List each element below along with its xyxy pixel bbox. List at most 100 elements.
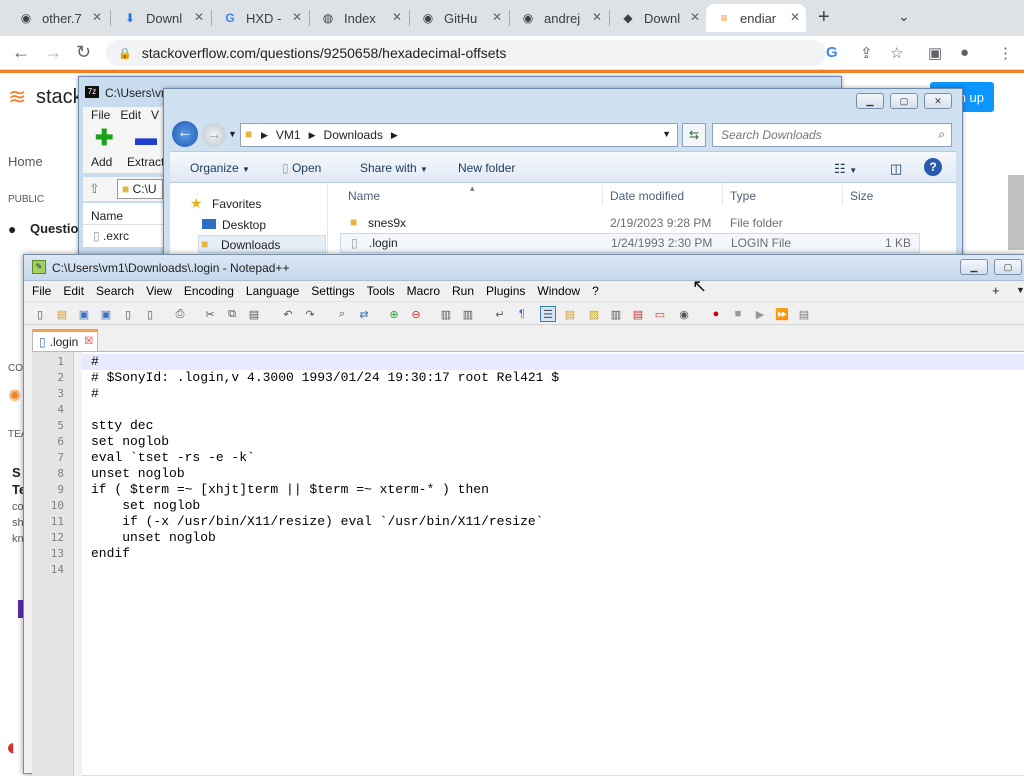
menu-language[interactable]: Language [240, 284, 305, 298]
organize-button[interactable]: Organize ▼ [190, 161, 250, 175]
sync-vertical-icon[interactable]: ▥ [438, 306, 454, 322]
nav-desktop[interactable]: Desktop [222, 218, 266, 232]
sidebar-icon[interactable]: ▣ [928, 44, 942, 62]
browser-tab[interactable]: ◉ andrej ✕ [510, 4, 608, 32]
print-icon[interactable]: ⎙ [172, 306, 188, 322]
monitoring-icon[interactable]: ▭ [652, 306, 668, 322]
extract-button[interactable]: Extract [127, 155, 164, 169]
back-icon[interactable]: ← [172, 121, 198, 147]
browser-tab[interactable]: ◆ Downl ✕ [610, 4, 706, 32]
search-icon[interactable]: ⌕ [938, 127, 945, 142]
function-list-icon[interactable]: ▥ [608, 306, 624, 322]
close-icon[interactable]: ✕ [690, 10, 700, 24]
record-macro-icon[interactable]: ● [708, 306, 724, 322]
share-icon[interactable]: ⇪ [860, 44, 873, 62]
menu-help[interactable]: ? [586, 284, 605, 298]
browser-tab-active[interactable]: ≡ endiar ✕ [706, 4, 806, 32]
menu-file[interactable]: File [24, 284, 57, 298]
7zip-menu-view[interactable]: V [151, 108, 159, 122]
close-file-icon[interactable]: ▯ [120, 306, 136, 322]
forward-icon[interactable]: → [202, 123, 226, 147]
save-all-icon[interactable]: ▣ [98, 306, 114, 322]
browser-tab[interactable]: ◉ GitHu ✕ [410, 4, 508, 32]
udl-icon[interactable]: ▤ [562, 306, 578, 322]
address-bar[interactable]: 🔒 stackoverflow.com/questions/9250658/he… [106, 40, 826, 66]
code-line[interactable]: stty dec [91, 418, 153, 433]
scrollbar-thumb[interactable] [1008, 175, 1024, 250]
browser-tab[interactable]: ◍ Index ✕ [310, 4, 408, 32]
close-icon[interactable]: ✕ [92, 10, 102, 24]
paste-icon[interactable]: ▤ [246, 306, 262, 322]
save-macro-icon[interactable]: ▤ [796, 306, 812, 322]
file-row[interactable]: ■ snes9x 2/19/2023 9:28 PM File folder [340, 213, 920, 233]
code-line[interactable]: set noglob [91, 434, 169, 449]
close-icon[interactable]: ✕ [292, 10, 302, 24]
chevron-down-icon[interactable]: ▼ [228, 129, 237, 139]
sync-horizontal-icon[interactable]: ▥ [460, 306, 476, 322]
save-icon[interactable]: ▣ [76, 306, 92, 322]
column-type[interactable]: Type [730, 189, 756, 203]
7zip-file-row[interactable]: ▯ .exrc [83, 225, 163, 247]
code-line[interactable]: # [91, 354, 99, 369]
7zip-col-name[interactable]: Name [83, 203, 163, 225]
menu-plugins[interactable]: Plugins [480, 284, 531, 298]
share-with-button[interactable]: Share with ▼ [360, 161, 428, 175]
taskbar-app-icon[interactable]: ◐ [6, 734, 21, 762]
menu-settings[interactable]: Settings [305, 284, 360, 298]
menu-icon[interactable]: ⋮ [998, 44, 1013, 62]
folder-workspace-icon[interactable]: ▤ [630, 306, 646, 322]
reload-icon[interactable]: ↻ [76, 42, 91, 63]
code-line[interactable]: # [91, 386, 99, 401]
add-button[interactable]: Add [91, 155, 112, 169]
nav-favorites[interactable]: Favorites [212, 197, 261, 211]
new-folder-button[interactable]: New folder [458, 161, 515, 175]
browser-tab[interactable]: G HXD - ✕ [212, 4, 308, 32]
browser-tab[interactable]: ⬇ Downl ✕ [112, 4, 210, 32]
new-tab-icon[interactable]: + [818, 6, 830, 29]
nav-questions[interactable]: Questio [30, 221, 78, 236]
find-icon[interactable]: ⌕ [334, 306, 350, 322]
star-icon[interactable]: ☆ [890, 44, 903, 62]
maximize-button[interactable]: ▢ [890, 93, 918, 109]
word-wrap-icon[interactable]: ↵ [492, 306, 508, 322]
explorer-search-input[interactable]: Search Downloads ⌕ [712, 123, 952, 147]
refresh-icon[interactable]: ⇆ [682, 123, 706, 147]
back-icon[interactable]: ← [12, 42, 30, 63]
code-line[interactable]: if (-x /usr/bin/X11/resize) eval `/usr/b… [91, 514, 543, 529]
close-icon[interactable]: ✕ [492, 10, 502, 24]
code-line[interactable]: eval `tset -rs -e -k` [91, 450, 255, 465]
zoom-in-icon[interactable]: ⊕ [386, 306, 402, 322]
menu-tools[interactable]: Tools [361, 284, 401, 298]
code-line[interactable]: set noglob [91, 498, 200, 513]
help-icon[interactable]: ? [924, 158, 942, 176]
column-name[interactable]: Name [348, 189, 380, 203]
nav-downloads-selected[interactable]: ■ Downloads [198, 235, 326, 253]
folder-up-icon[interactable]: ⇧ [89, 181, 100, 197]
column-divider[interactable] [602, 185, 603, 205]
menu-encoding[interactable]: Encoding [178, 284, 240, 298]
cut-icon[interactable]: ✂ [202, 306, 218, 322]
chevron-down-icon[interactable]: ▼ [662, 129, 671, 139]
undo-icon[interactable]: ↶ [280, 306, 296, 322]
code-line[interactable]: unset noglob [91, 466, 185, 481]
nav-home[interactable]: Home [8, 154, 43, 169]
new-file-icon[interactable]: ▯ [32, 306, 48, 322]
menu-edit[interactable]: Edit [57, 284, 90, 298]
eye-icon[interactable]: ◉ [676, 306, 692, 322]
indent-guide-icon[interactable]: ☰ [540, 306, 556, 322]
run-macro-multiple-icon[interactable]: ⏩ [774, 306, 790, 322]
open-file-icon[interactable]: ▤ [54, 306, 70, 322]
column-divider[interactable] [722, 185, 723, 205]
profile-icon[interactable]: ● [960, 44, 969, 61]
column-divider[interactable] [842, 185, 843, 205]
forward-icon[interactable]: → [44, 42, 62, 63]
copy-icon[interactable]: ⧉ [224, 306, 240, 322]
minimize-button[interactable]: ▁ [856, 93, 884, 109]
view-options-icon[interactable]: ☷ ▼ [834, 161, 857, 177]
breadcrumb-vm1[interactable]: VM1 [276, 128, 301, 142]
code-line[interactable]: if ( $term =~ [xhjt]term || $term =~ xte… [91, 482, 489, 497]
column-size[interactable]: Size [850, 189, 873, 203]
close-icon[interactable]: ✕ [392, 10, 402, 24]
stop-macro-icon[interactable]: ■ [730, 306, 746, 322]
open-button[interactable]: ▯ Open [282, 161, 321, 175]
